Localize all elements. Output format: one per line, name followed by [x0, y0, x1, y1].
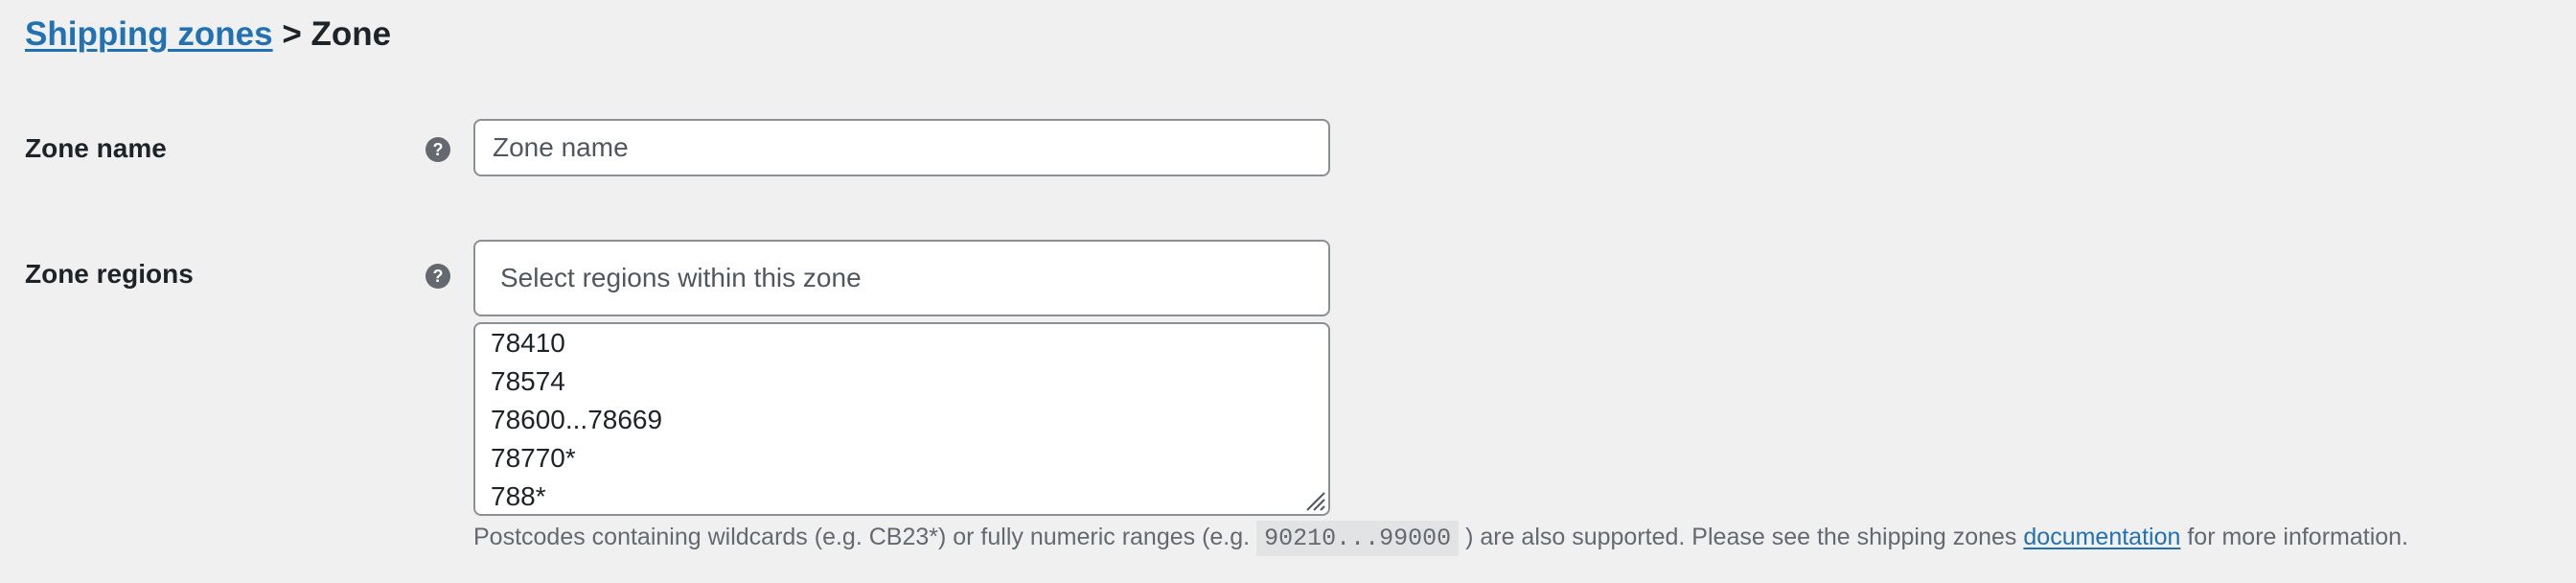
documentation-link[interactable]: documentation [2023, 524, 2180, 550]
postcode-line: 78770* [491, 443, 576, 473]
postcode-line: 78574 [491, 366, 565, 396]
breadcrumb: Shipping zones > Zone [25, 13, 391, 56]
breadcrumb-separator: > [282, 15, 302, 53]
postcode-line: 788* [491, 481, 546, 511]
zone-name-input[interactable] [473, 119, 1330, 176]
resize-handle-icon[interactable] [1301, 487, 1326, 512]
help-text-after-code: ) are also supported. Please see the shi… [1465, 524, 2017, 550]
shipping-zone-page: Shipping zones > Zone Zone name ? Zone r… [0, 0, 2576, 583]
help-text-code-example: 90210...99000 [1256, 521, 1460, 556]
postcodes-help-text: Postcodes containing wildcards (e.g. CB2… [473, 518, 2408, 558]
zone-name-help-icon[interactable]: ? [426, 137, 450, 162]
zone-regions-select-placeholder: Select regions within this zone [500, 263, 862, 292]
breadcrumb-current: Zone [310, 15, 392, 53]
help-text-after-link: for more information. [2187, 524, 2408, 550]
breadcrumb-shipping-zones-link[interactable]: Shipping zones [25, 15, 273, 53]
postcode-line: 78600...78669 [491, 405, 663, 434]
postcodes-textarea[interactable]: 78410 78574 78600...78669 78770* 788* [473, 322, 1330, 516]
zone-regions-select[interactable]: Select regions within this zone [473, 240, 1330, 316]
zone-regions-label: Zone regions [25, 259, 194, 289]
help-text-before-code: Postcodes containing wildcards (e.g. CB2… [473, 524, 1251, 550]
zone-name-label: Zone name [25, 133, 167, 163]
zone-regions-help-icon[interactable]: ? [426, 264, 450, 289]
postcode-line: 78410 [491, 328, 565, 358]
